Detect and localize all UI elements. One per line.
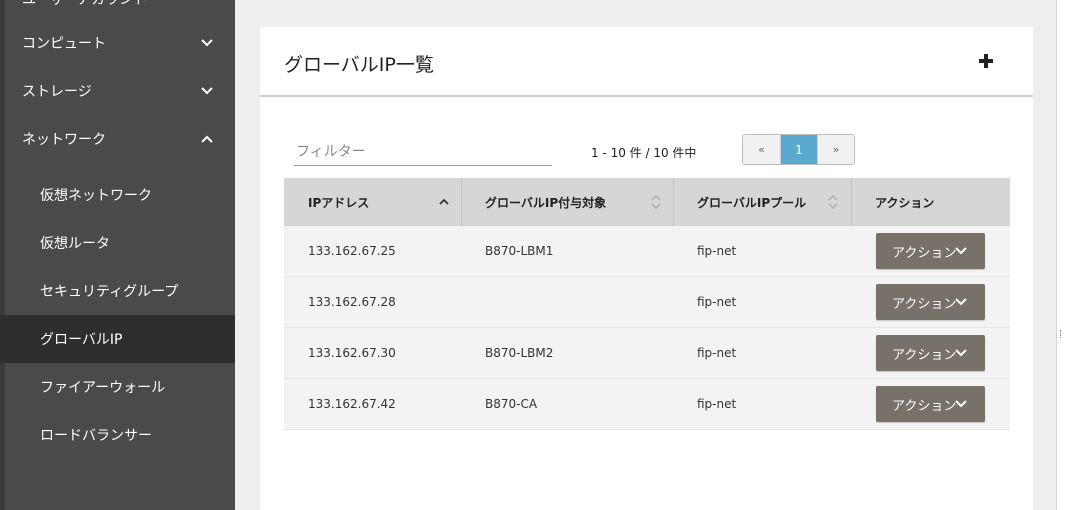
pagination-next-button[interactable]: » [817,135,854,164]
column-header-ip[interactable]: IPアドレス [308,178,369,226]
table-row: 133.162.67.30 B870-LBM2 fip-net アクション [284,328,1010,379]
action-dropdown-button[interactable]: アクション [876,284,985,320]
sidebar-item-compute[interactable]: コンピュート [0,19,235,67]
action-dropdown-button[interactable]: アクション [876,386,985,422]
sidebar-item-security-group[interactable]: セキュリティグループ [0,267,235,315]
filter-input[interactable] [294,138,552,166]
chevron-down-icon [201,39,213,47]
cell-target: B870-CA [485,397,538,411]
action-button-label: アクション [892,398,957,414]
column-header-pool[interactable]: グローバルIPプール [697,178,806,226]
card-divider [260,95,1033,97]
sidebar-item-top-partial[interactable]: ユーザーアカウント [22,0,147,9]
sort-both-icon[interactable] [827,194,839,210]
sidebar-item-virtual-router[interactable]: 仮想ルータ [0,219,235,267]
action-button-label: アクション [892,347,957,363]
table-row: 133.162.67.42 B870-CA fip-net アクション [284,379,1010,430]
table-header: IPアドレス グローバルIP付与対象 グローバルIPプール アクション [284,178,1010,226]
chevron-down-icon [955,400,967,408]
table-row: 133.162.67.25 B870-LBM1 fip-net アクション [284,226,1010,277]
sidebar-item-label: ファイアーウォール [40,380,166,396]
column-separator [673,178,674,226]
action-dropdown-button[interactable]: アクション [876,335,985,371]
pagination-prev-button[interactable]: « [743,135,780,164]
sidebar-item-network[interactable]: ネットワーク [0,115,235,163]
result-count: 1 - 10 件 / 10 件中 [591,146,697,160]
sidebar-item-storage[interactable]: ストレージ [0,67,235,115]
sidebar-item-label: 仮想ネットワーク [40,188,152,204]
cell-ip: 133.162.67.28 [308,295,396,309]
column-header-action: アクション [875,195,935,210]
cell-pool: fip-net [697,397,737,411]
action-dropdown-button[interactable]: アクション [876,233,985,269]
cell-target: B870-LBM1 [485,244,554,258]
column-header-target[interactable]: グローバルIP付与対象 [485,178,606,226]
sidebar-item-virtual-network[interactable]: 仮想ネットワーク [0,171,235,219]
chevron-down-icon [955,349,967,357]
table-row: 133.162.67.28 fip-net アクション [284,277,1010,328]
column-separator [851,178,852,226]
sidebar-item-label: ストレージ [22,84,92,100]
sidebar-item-firewall[interactable]: ファイアーウォール [0,363,235,411]
pagination-page-current[interactable]: 1 [780,135,817,164]
page-title: グローバルIP一覧 [284,54,434,76]
cell-pool: fip-net [697,295,737,309]
sidebar-item-label: ネットワーク [22,132,106,148]
column-separator [461,178,462,226]
sort-both-icon[interactable] [650,194,662,210]
action-button-label: アクション [892,296,957,312]
plus-icon[interactable] [978,53,994,69]
pagination: « 1 » [742,134,855,165]
chevron-up-icon [201,135,213,143]
cell-target: B870-LBM2 [485,346,554,360]
cell-ip: 133.162.67.25 [308,244,396,258]
cell-pool: fip-net [697,346,737,360]
sidebar-item-label: 仮想ルータ [40,236,110,252]
chevron-down-icon [955,247,967,255]
chevron-down-icon [201,87,213,95]
cell-pool: fip-net [697,244,737,258]
resize-grip [1060,330,1062,338]
chevron-down-icon [955,298,967,306]
global-ip-table: IPアドレス グローバルIP付与対象 グローバルIPプール アクション 133.… [284,178,1010,430]
sidebar-item-label: コンピュート [22,36,106,52]
sidebar-item-load-balancer[interactable]: ロードバランサー [0,411,235,459]
sidebar-item-global-ip[interactable]: グローバルIP [0,315,235,363]
action-button-label: アクション [892,245,957,261]
window-scrollbar[interactable] [1056,0,1065,510]
sidebar: ユーザーアカウント コンピュート ストレージ ネットワーク 仮想ネットワーク 仮… [0,0,235,510]
cell-ip: 133.162.67.42 [308,397,396,411]
main-card: グローバルIP一覧 1 - 10 件 / 10 件中 « 1 » IPアドレス … [260,27,1033,510]
sidebar-item-label: セキュリティグループ [40,284,179,300]
sort-ascending-icon[interactable] [438,194,450,210]
sidebar-item-label: グローバルIP [40,332,123,348]
cell-ip: 133.162.67.30 [308,346,396,360]
sidebar-item-label: ロードバランサー [40,428,152,444]
